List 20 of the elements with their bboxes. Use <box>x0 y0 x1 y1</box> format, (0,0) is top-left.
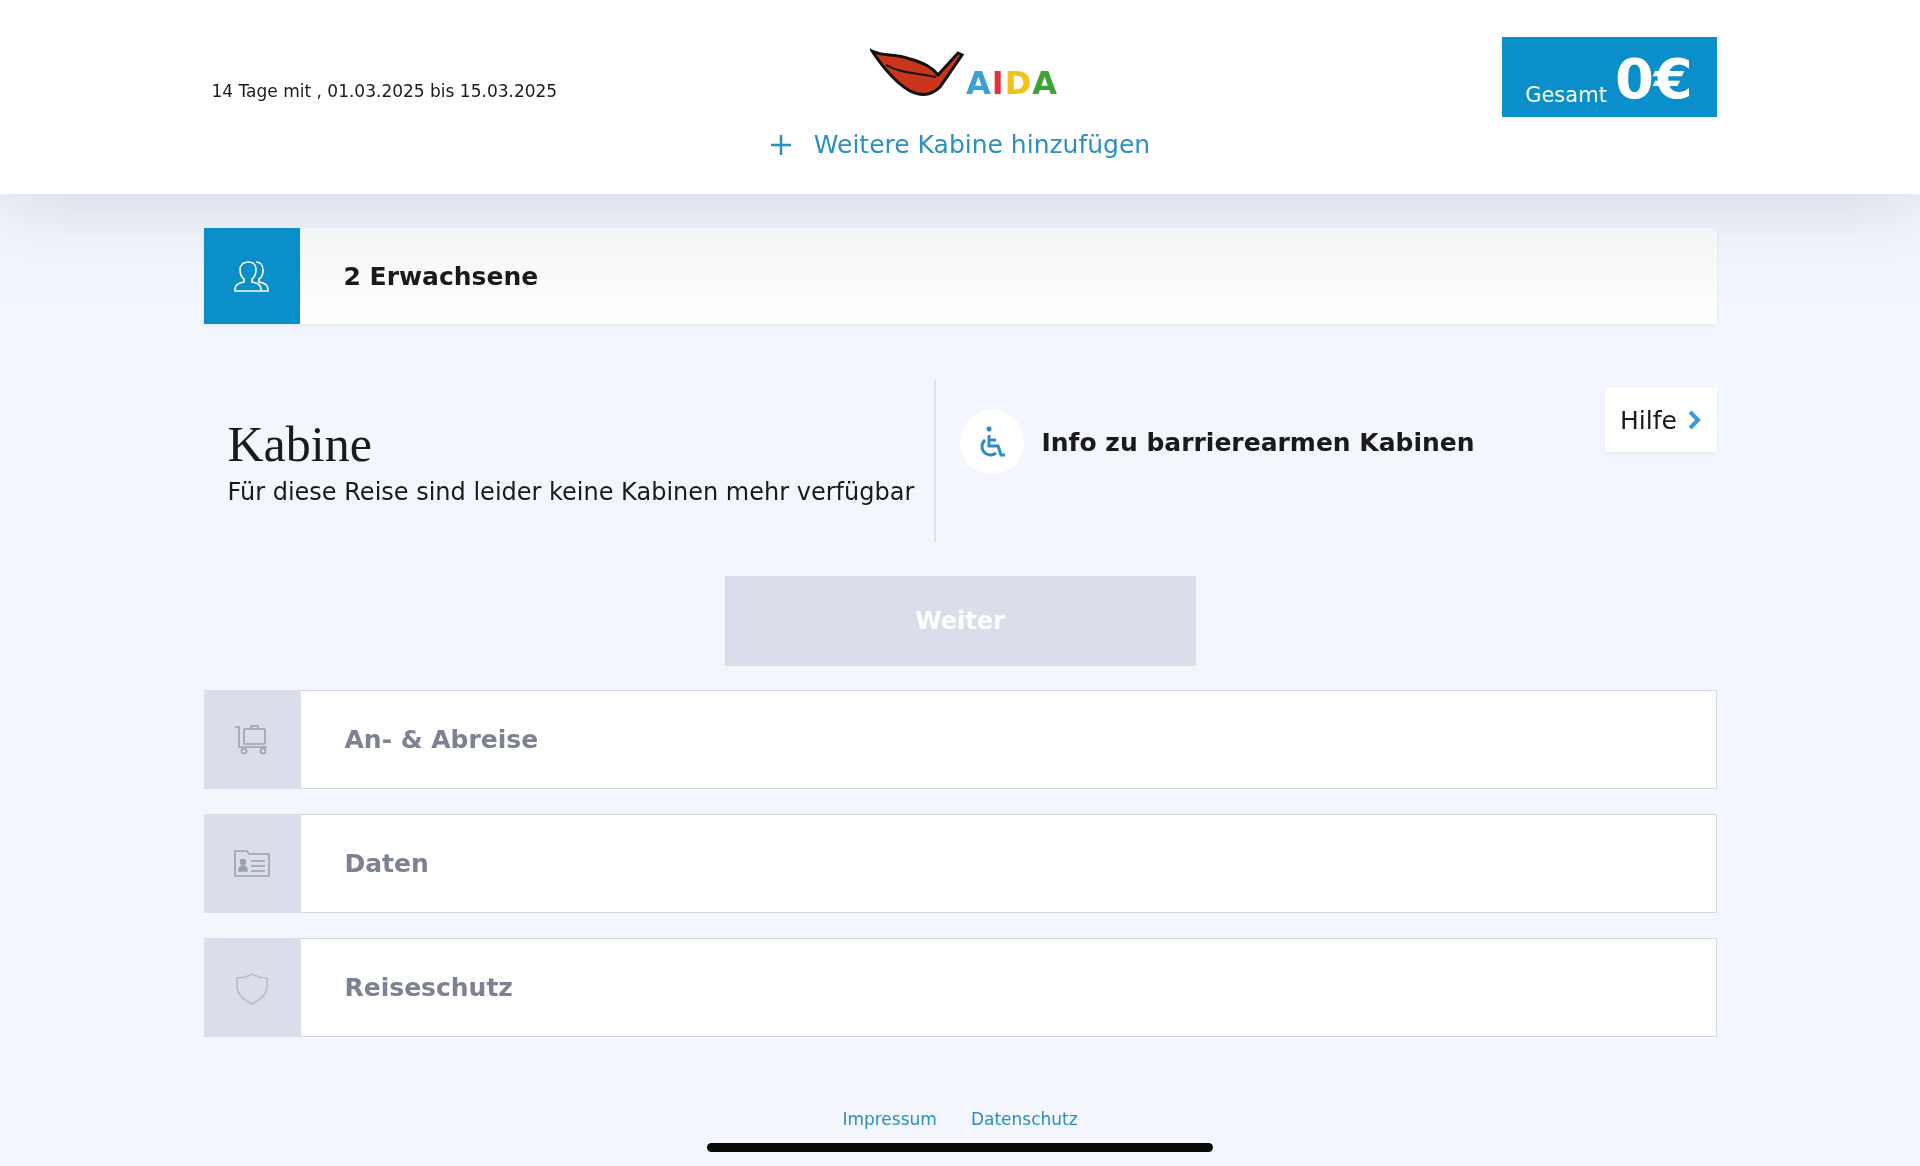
total-label: Gesamt <box>1525 83 1607 107</box>
trip-dates: 14 Tage mit , 01.03.2025 bis 15.03.2025 <box>211 81 558 101</box>
shield-icon <box>233 970 271 1005</box>
chevron-right-icon <box>1686 409 1701 431</box>
add-cabin-link[interactable]: Weitere Kabine hinzufügen <box>750 130 1170 159</box>
cabin-message: Für diese Reise sind leider keine Kabinen mehr verfügbar <box>227 478 916 506</box>
plus-icon <box>769 133 792 156</box>
help-button[interactable]: Hilfe <box>1604 388 1717 452</box>
footer-link[interactable]: Datenschutz <box>970 1109 1078 1129</box>
step-label: Reiseschutz <box>344 973 513 1002</box>
travelers-label: 2 Erwachsene <box>343 261 539 291</box>
step-label: Daten <box>344 849 429 878</box>
footer-link[interactable]: Impressum <box>842 1109 937 1129</box>
total-amount: 0€ <box>1614 51 1693 107</box>
step-label: An- & Abreise <box>344 725 539 754</box>
accessibility-info-link[interactable]: Info zu barrierearmen Kabinen <box>959 410 1475 474</box>
travelers-bar[interactable]: 2 Erwachsene <box>203 228 1717 324</box>
aida-logo: AIDA <box>870 47 1058 99</box>
people-icon <box>231 258 272 294</box>
cabin-title: Kabine <box>227 416 373 472</box>
